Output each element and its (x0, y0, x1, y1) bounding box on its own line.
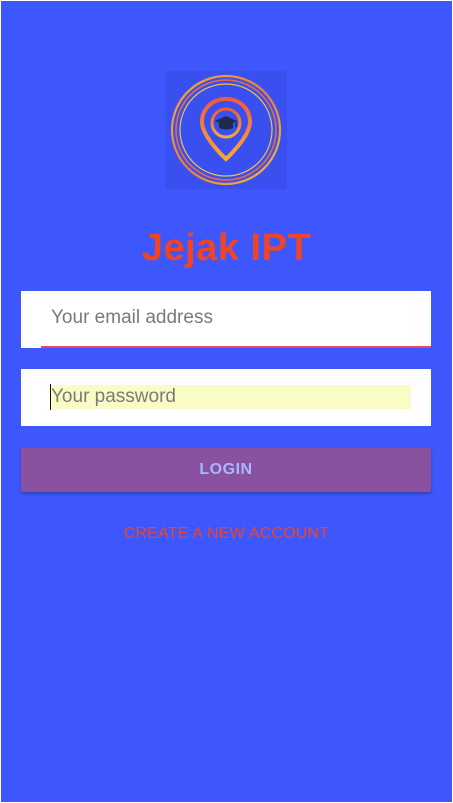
app-logo (166, 71, 287, 189)
email-field-container (21, 291, 431, 348)
password-field-container (21, 369, 431, 426)
email-field[interactable] (51, 305, 411, 331)
graduation-cap-location-pin-icon (170, 74, 282, 186)
email-field-underline (41, 346, 431, 348)
create-account-link[interactable]: CREATE A NEW ACCOUNT (1, 525, 452, 543)
login-screen: Jejak IPT LOGIN CREATE A NEW ACCOUNT (1, 1, 452, 802)
login-button[interactable]: LOGIN (21, 448, 431, 492)
app-title: Jejak IPT (141, 227, 312, 269)
password-field-underline (41, 424, 431, 426)
text-cursor (50, 384, 51, 410)
password-field[interactable] (51, 385, 411, 409)
